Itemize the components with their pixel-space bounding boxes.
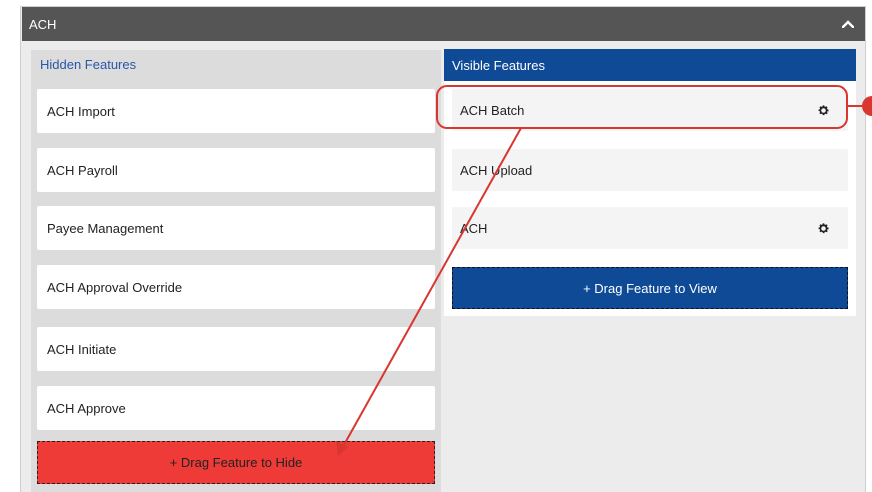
section-title: ACH	[29, 16, 57, 32]
drag-to-hide-dropzone[interactable]: + Drag Feature to Hide	[37, 441, 435, 484]
visible-features-title-text: Visible Features	[452, 57, 545, 73]
hidden-feature-item[interactable]: ACH Payroll	[37, 148, 435, 192]
feature-label: ACH Import	[47, 103, 115, 119]
feature-label: ACH Approval Override	[47, 279, 183, 295]
dropzone-label: + Drag Feature to View	[583, 280, 717, 296]
feature-label: ACH Approve	[47, 400, 126, 416]
visible-features-title: Visible Features	[444, 49, 856, 81]
hidden-feature-item[interactable]: Payee Management	[37, 206, 435, 250]
section-header[interactable]: ACH	[22, 7, 865, 41]
gear-icon[interactable]	[816, 103, 830, 117]
visible-feature-item[interactable]: ACH Upload	[452, 149, 848, 191]
drag-to-view-dropzone[interactable]: + Drag Feature to View	[452, 267, 848, 309]
feature-label: Payee Management	[47, 220, 164, 236]
feature-label: ACH Initiate	[47, 341, 117, 357]
chevron-up-icon[interactable]	[841, 17, 855, 31]
feature-label: ACH Batch	[460, 102, 525, 118]
visible-feature-item[interactable]: ACH Batch	[452, 89, 848, 131]
hidden-feature-item[interactable]: ACH Approve	[37, 386, 435, 430]
feature-label: ACH	[460, 220, 488, 236]
gear-icon[interactable]	[816, 221, 830, 235]
hidden-feature-item[interactable]: ACH Initiate	[37, 327, 435, 371]
feature-label: ACH Upload	[460, 162, 533, 178]
dropzone-label: + Drag Feature to Hide	[169, 455, 303, 470]
hidden-features-title: Hidden Features	[40, 57, 137, 72]
feature-label: ACH Payroll	[47, 162, 118, 178]
visible-feature-item[interactable]: ACH	[452, 207, 848, 249]
hidden-feature-item[interactable]: ACH Import	[37, 89, 435, 133]
hidden-feature-item[interactable]: ACH Approval Override	[37, 265, 435, 309]
